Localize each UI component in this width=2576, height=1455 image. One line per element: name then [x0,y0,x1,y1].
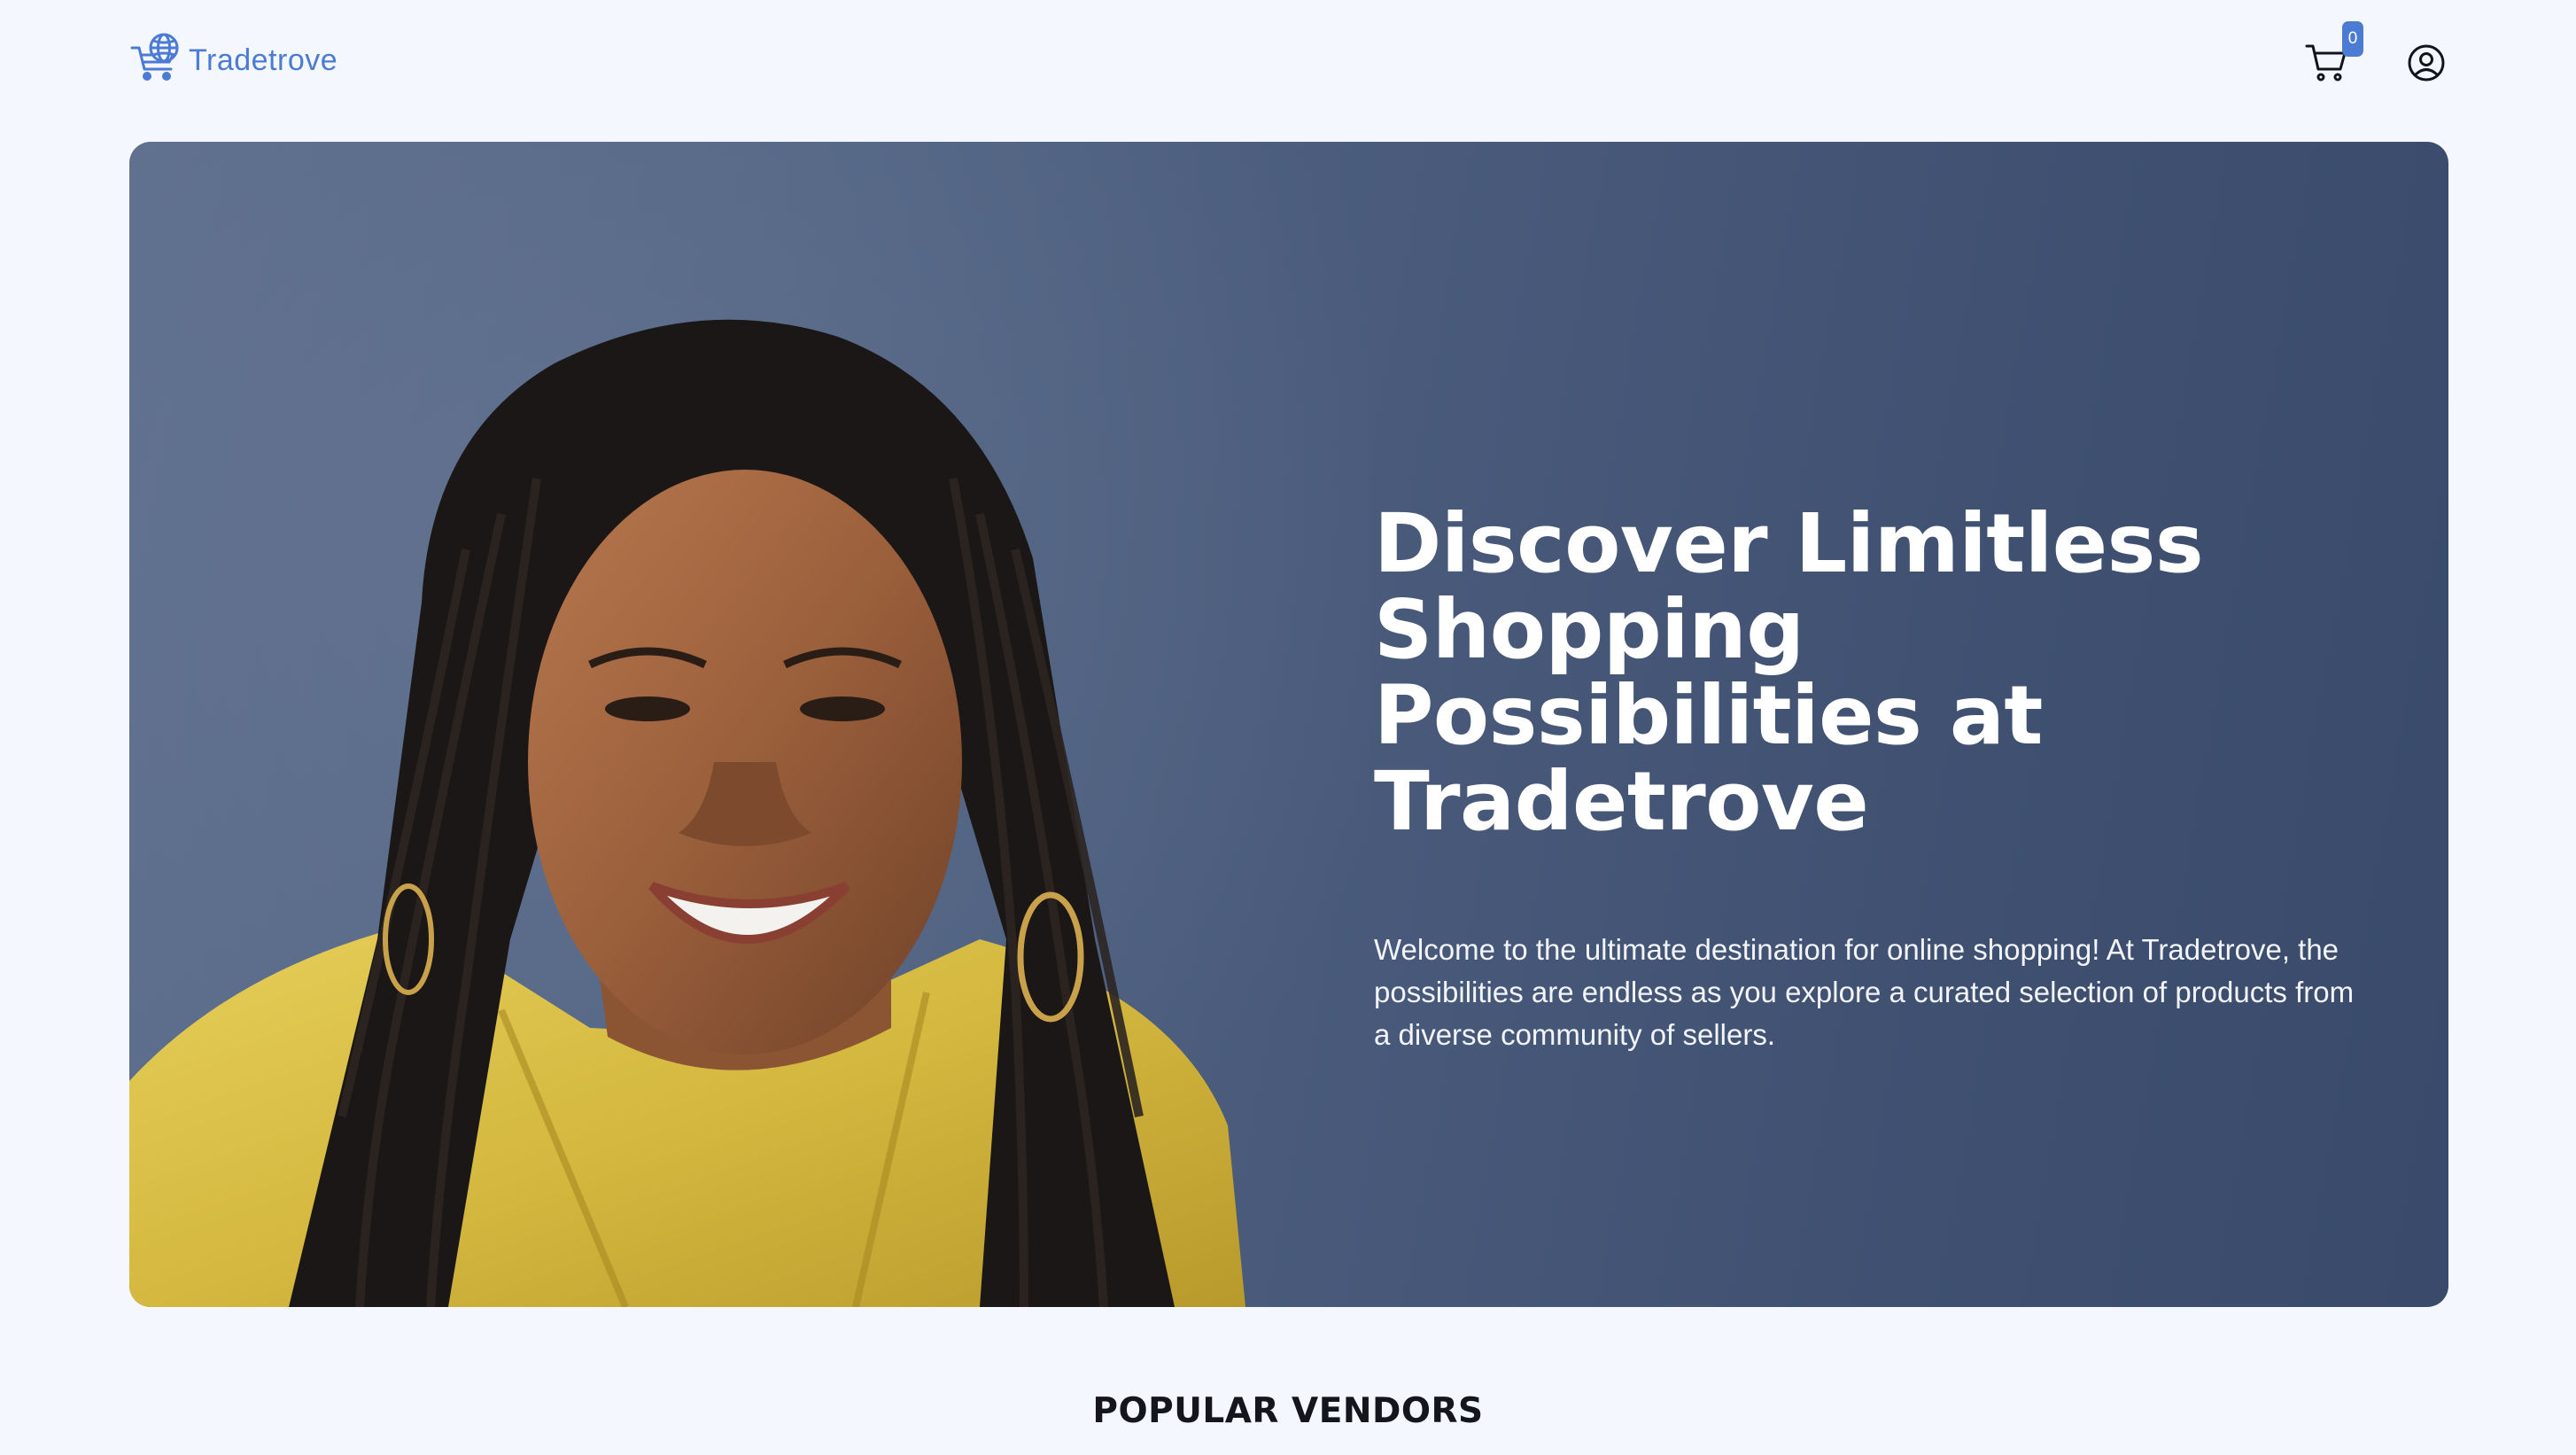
account-button[interactable] [2406,43,2447,83]
user-circle-icon [2406,43,2447,83]
brand-logo-link[interactable]: Tradetrove [130,30,338,83]
hero-model-photo [129,142,1369,1307]
shopping-cart-globe-icon [130,30,185,83]
site-header: Tradetrove 0 [0,0,2576,133]
hero-subtitle: Welcome to the ultimate destination for … [1374,933,2355,1051]
hero-banner: Discover Limitless Shopping Possibilitie… [129,142,2448,1307]
hero-title: Discover Limitless Shopping Possibilitie… [1374,496,2204,849]
brand-name: Tradetrove [189,43,338,77]
popular-vendors-heading: POPULAR VENDORS [1092,1391,1484,1431]
cart-count-badge: 0 [2342,21,2363,57]
